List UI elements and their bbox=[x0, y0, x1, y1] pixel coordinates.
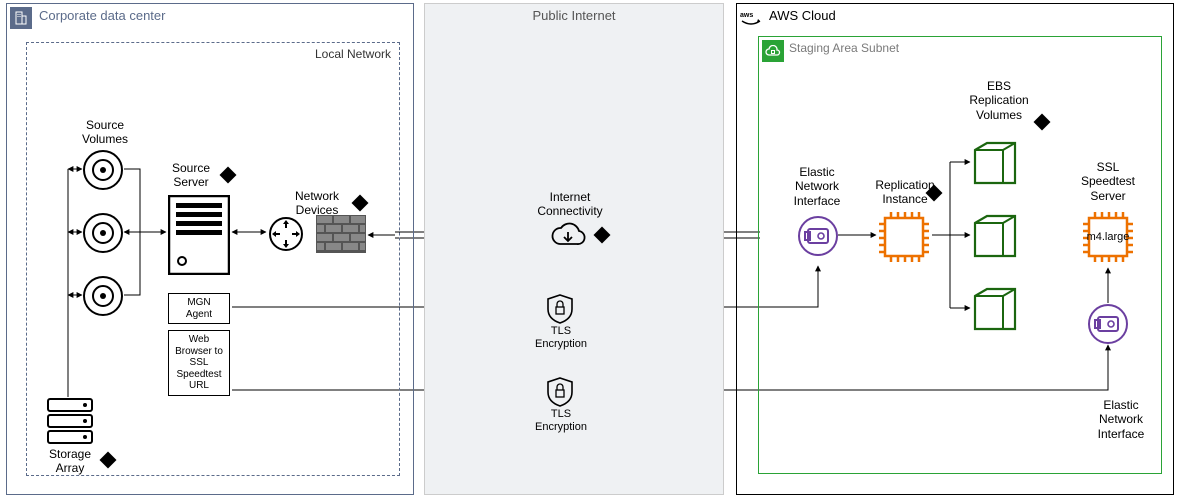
tls-shield-icon bbox=[546, 294, 574, 327]
storage-array-label: Storage Array bbox=[40, 447, 100, 476]
ebs-volume-icon bbox=[972, 286, 1018, 335]
server-icon bbox=[168, 195, 230, 278]
staging-area-title: Staging Area Subnet bbox=[789, 41, 899, 55]
tls-encryption-label: TLS Encryption bbox=[526, 325, 596, 351]
local-network-title: Local Network bbox=[315, 47, 391, 61]
ebs-volume-icon bbox=[972, 213, 1018, 262]
public-internet-title: Public Internet bbox=[425, 8, 723, 23]
router-icon bbox=[268, 216, 304, 255]
mgn-agent-box: MGN Agent bbox=[168, 293, 230, 324]
firewall-icon bbox=[316, 215, 366, 256]
volume-disk-icon bbox=[82, 275, 124, 320]
network-devices-label: Network Devices bbox=[287, 189, 347, 218]
source-server-label: Source Server bbox=[162, 161, 220, 190]
internet-connectivity-label: Internet Connectivity bbox=[530, 190, 610, 219]
tls-encryption-label: TLS Encryption bbox=[526, 408, 596, 434]
tls-shield-icon bbox=[546, 377, 574, 410]
svg-text:aws: aws bbox=[740, 12, 753, 19]
subnet-cloud-icon bbox=[762, 40, 784, 62]
eni-label: Elastic Network Interface bbox=[1090, 398, 1152, 441]
volume-disk-icon bbox=[82, 149, 124, 194]
storage-array-icon bbox=[47, 398, 93, 447]
corporate-icon bbox=[10, 7, 32, 29]
source-volumes-label: Source Volumes bbox=[70, 118, 140, 147]
cloud-download-icon bbox=[550, 222, 586, 253]
aws-icon: aws bbox=[740, 7, 762, 29]
eni-label: Elastic Network Interface bbox=[786, 165, 848, 208]
volume-disk-icon bbox=[82, 212, 124, 257]
web-browser-box: Web Browser to SSL Speedtest URL bbox=[168, 330, 230, 396]
ebs-volume-icon bbox=[972, 140, 1018, 189]
aws-cloud-title: AWS Cloud bbox=[769, 8, 836, 23]
ssl-server-label: SSL Speedtest Server bbox=[1072, 160, 1144, 203]
corporate-title: Corporate data center bbox=[39, 8, 165, 23]
ebs-volumes-label: EBS Replication Volumes bbox=[962, 79, 1036, 122]
eni-icon bbox=[1087, 303, 1129, 348]
ec2-instance-icon bbox=[877, 210, 931, 267]
eni-icon bbox=[797, 215, 839, 260]
instance-type-label: m4.large bbox=[1083, 231, 1133, 244]
